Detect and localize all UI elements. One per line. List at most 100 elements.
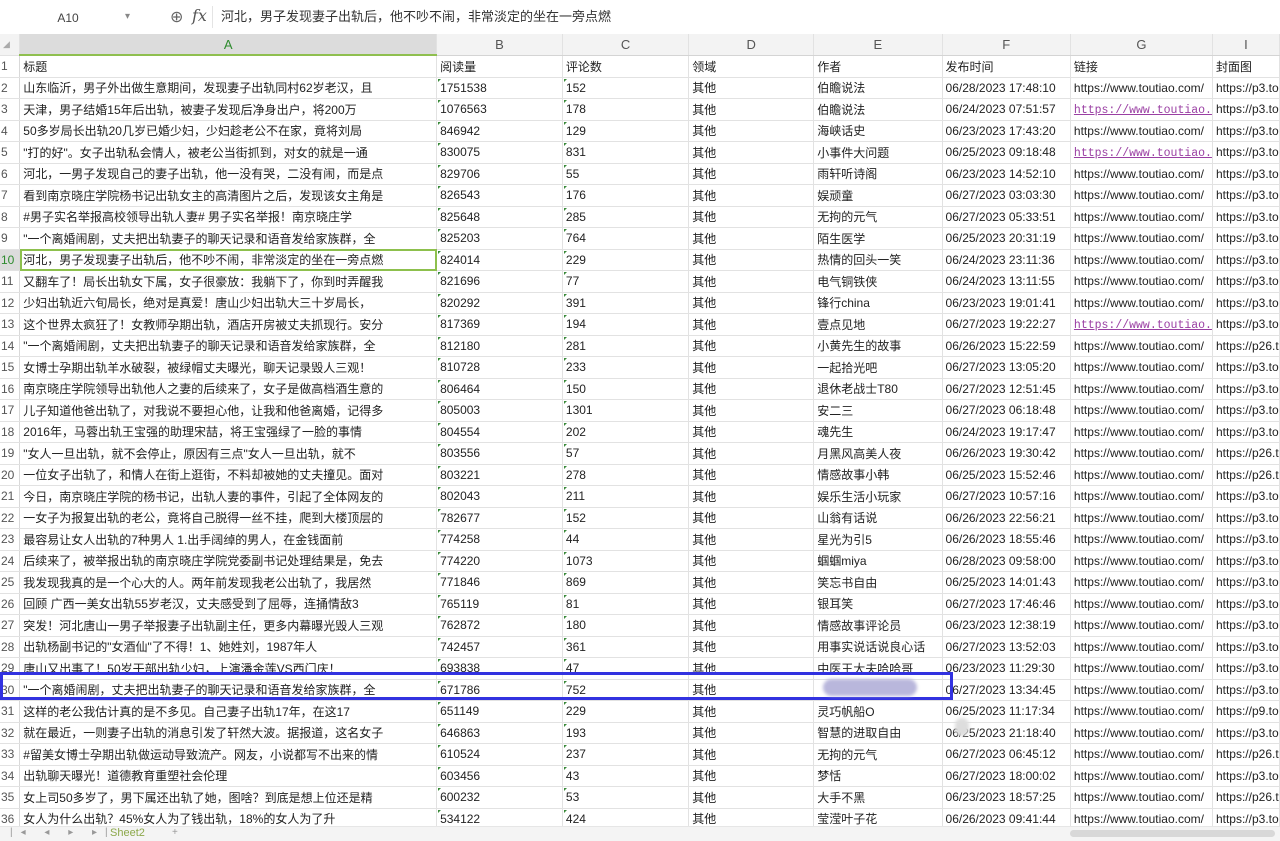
cell-reads[interactable]: 803556 [436, 442, 563, 465]
cell-author[interactable]: 安二三 [813, 399, 943, 422]
cell-title[interactable]: 2016年，马蓉出轨王宝强的助理宋喆，将王宝强绿了一脸的事情 [19, 421, 438, 443]
cell-author[interactable]: 情感故事评论员 [813, 614, 943, 637]
cell-link[interactable]: https://www.toutiao.com/ [1070, 571, 1213, 594]
cell-publish-time[interactable]: 06/24/2023 19:17:47 [942, 421, 1071, 443]
cell-title[interactable]: "一个离婚闹剧，丈夫把出轨妻子的聊天记录和语音发给家族群，全 [19, 335, 438, 357]
cell-publish-time[interactable]: 06/26/2023 15:22:59 [942, 335, 1071, 357]
cell-domain[interactable]: 其他 [688, 378, 815, 400]
row-number[interactable]: 3 [0, 98, 21, 121]
cell-reads[interactable]: 810728 [436, 356, 563, 379]
cell-link[interactable]: https://www.toutiao.com/ [1070, 743, 1213, 766]
row-number[interactable]: 14 [0, 335, 21, 357]
cell-domain[interactable]: 其他 [688, 249, 815, 271]
cell-domain[interactable]: 其他 [688, 614, 815, 637]
cell-publish-time[interactable]: 06/27/2023 13:05:20 [942, 356, 1071, 379]
cell-title[interactable]: 唐山又出事了！50岁干部出轨少妇，上演潘金莲VS西门庆！ [19, 657, 438, 680]
cell-comments[interactable]: 194 [562, 313, 690, 336]
cell-comments[interactable]: 211 [562, 485, 690, 508]
column-header-i[interactable]: I [1212, 34, 1280, 56]
cell-cover[interactable]: https://p3.to [1212, 507, 1280, 529]
cell-title[interactable]: 南京晓庄学院领导出轨他人之妻的后续来了，女子是做高档酒生意的 [19, 378, 438, 400]
cell-domain[interactable]: 其他 [688, 206, 815, 228]
cell-title[interactable]: "女人一旦出轨，就不会停止，原因有三点"女人一旦出轨，就不 [19, 442, 438, 465]
cell-title[interactable]: 回顾 广西一美女出轨55岁老汉，丈夫感受到了屈辱，连捅情敌3 [19, 593, 438, 615]
cell-title[interactable]: "一个离婚闹剧，丈夫把出轨妻子的聊天记录和语音发给家族群，全 [19, 679, 438, 701]
cell-cover[interactable]: https://p3.to [1212, 98, 1280, 121]
cell-author[interactable]: 热情的回头一笑 [813, 249, 943, 271]
cell-domain[interactable]: 其他 [688, 270, 815, 293]
cell-comments[interactable]: 229 [562, 249, 690, 271]
cell-reads[interactable]: 812180 [436, 335, 563, 357]
cell-domain[interactable]: 其他 [688, 528, 815, 551]
cell-domain[interactable]: 其他 [688, 335, 815, 357]
cell-comments[interactable]: 202 [562, 421, 690, 443]
cell-cover[interactable]: https://p26.t [1212, 335, 1280, 357]
cell-title[interactable]: 一女子为报复出轨的老公，竟将自己脱得一丝不挂，爬到大楼顶层的 [19, 507, 438, 529]
cell-reads[interactable]: 774220 [436, 550, 563, 572]
cell-comments[interactable]: 43 [562, 765, 690, 787]
cell-cover[interactable]: https://p3.to [1212, 227, 1280, 250]
cell-cover[interactable]: https://p3.to [1212, 249, 1280, 271]
cell-cover[interactable]: https://p26.t [1212, 743, 1280, 766]
cell-cover[interactable]: https://p26.t [1212, 786, 1280, 809]
row-number[interactable]: 27 [0, 614, 21, 637]
cell-link[interactable]: https://www.toutiao.com/ [1070, 163, 1213, 185]
cell-publish-time[interactable]: 06/26/2023 18:55:46 [942, 528, 1071, 551]
cell-publish-time[interactable]: 06/25/2023 09:18:48 [942, 141, 1071, 164]
cell-title[interactable]: 我发现我真的是一个心大的人。两年前发现我老公出轨了，我居然 [19, 571, 438, 594]
row-number[interactable]: 7 [0, 184, 21, 207]
cell-domain[interactable]: 其他 [688, 184, 815, 207]
row-number[interactable]: 1 [0, 55, 21, 78]
row-number[interactable]: 18 [0, 421, 21, 443]
row-number[interactable]: 17 [0, 399, 21, 422]
cell-comments[interactable]: 764 [562, 227, 690, 250]
cell-publish-time[interactable]: 06/26/2023 22:56:21 [942, 507, 1071, 529]
cell-comments[interactable]: 129 [562, 120, 690, 142]
cell-link[interactable]: https://www.toutiao.com/ [1070, 550, 1213, 572]
cell-publish-time[interactable]: 06/24/2023 23:11:36 [942, 249, 1071, 271]
cell-comments[interactable]: 81 [562, 593, 690, 615]
column-header-b[interactable]: B [436, 34, 563, 56]
cell-reads[interactable]: 804554 [436, 421, 563, 443]
cell-title[interactable]: 天津，男子结婚15年后出轨，被妻子发现后净身出户，将200万 [19, 98, 438, 121]
cell-publish-time[interactable]: 06/28/2023 17:48:10 [942, 77, 1071, 99]
cell-publish-time[interactable]: 06/24/2023 13:11:55 [942, 270, 1071, 293]
cell-domain[interactable]: 其他 [688, 743, 815, 766]
cell-publish-time[interactable]: 06/23/2023 14:52:10 [942, 163, 1071, 185]
cell-link[interactable]: https://www.toutiao.com/ [1070, 206, 1213, 228]
cell-comments[interactable]: 233 [562, 356, 690, 379]
cell-cover[interactable]: https://p3.to [1212, 120, 1280, 142]
cell-author[interactable]: 笑忘书自由 [813, 571, 943, 594]
cell-reads[interactable]: 782677 [436, 507, 563, 529]
cell-reads[interactable]: 651149 [436, 700, 563, 723]
cell-reads[interactable]: 824014 [436, 249, 563, 271]
row-number[interactable]: 6 [0, 163, 21, 185]
cell-author[interactable]: 星光为引5 [813, 528, 943, 551]
cell-domain[interactable]: 其他 [688, 442, 815, 465]
cell-title[interactable]: 一位女子出轨了，和情人在街上逛街，不料却被她的丈夫撞见。面对 [19, 464, 438, 486]
cell-title[interactable]: 50多岁局长出轨20几岁已婚少妇，少妇趁老公不在家，竟将刘局 [19, 120, 438, 142]
cell-domain[interactable]: 其他 [688, 313, 815, 336]
cell-domain[interactable]: 其他 [688, 464, 815, 486]
cell-author[interactable]: 娱乐生活小玩家 [813, 485, 943, 508]
cell-link[interactable]: https://www.toutiao.com/ [1070, 335, 1213, 357]
cell-title[interactable]: #男子实名举报高校领导出轨人妻# 男子实名举报！南京晓庄学 [19, 206, 438, 228]
cell-cover[interactable]: https://p9.to [1212, 700, 1280, 723]
cell-reads[interactable]: 846942 [436, 120, 563, 142]
cell-cover[interactable]: https://p3.to [1212, 571, 1280, 594]
cell-title[interactable]: 女上司50多岁了，男下属还出轨了她，图啥？到底是想上位还是精 [19, 786, 438, 809]
cell-domain[interactable]: 其他 [688, 657, 815, 680]
cell-publish-time[interactable]: 06/24/2023 07:51:57 [942, 98, 1071, 121]
column-header-g[interactable]: G [1070, 34, 1213, 56]
cell-title[interactable]: 这样的老公我估计真的是不多见。自己妻子出轨17年，在这17 [19, 700, 438, 723]
cell-cover[interactable]: https://p3.to [1212, 485, 1280, 508]
cell-publish-time[interactable]: 06/27/2023 05:33:51 [942, 206, 1071, 228]
cell-cover[interactable]: https://p3.to [1212, 399, 1280, 422]
cell-link[interactable]: https://www.toutiao.com/ [1070, 614, 1213, 637]
cell-author[interactable]: 山翁有话说 [813, 507, 943, 529]
row-number[interactable]: 33 [0, 743, 21, 766]
cell-author[interactable]: 银耳笑 [813, 593, 943, 615]
cell-link[interactable]: https://www.toutiao.com/ [1070, 507, 1213, 529]
cell-cover[interactable]: https://p3.to [1212, 163, 1280, 185]
cell-link[interactable]: https://www.toutiao.com/ [1070, 442, 1213, 465]
